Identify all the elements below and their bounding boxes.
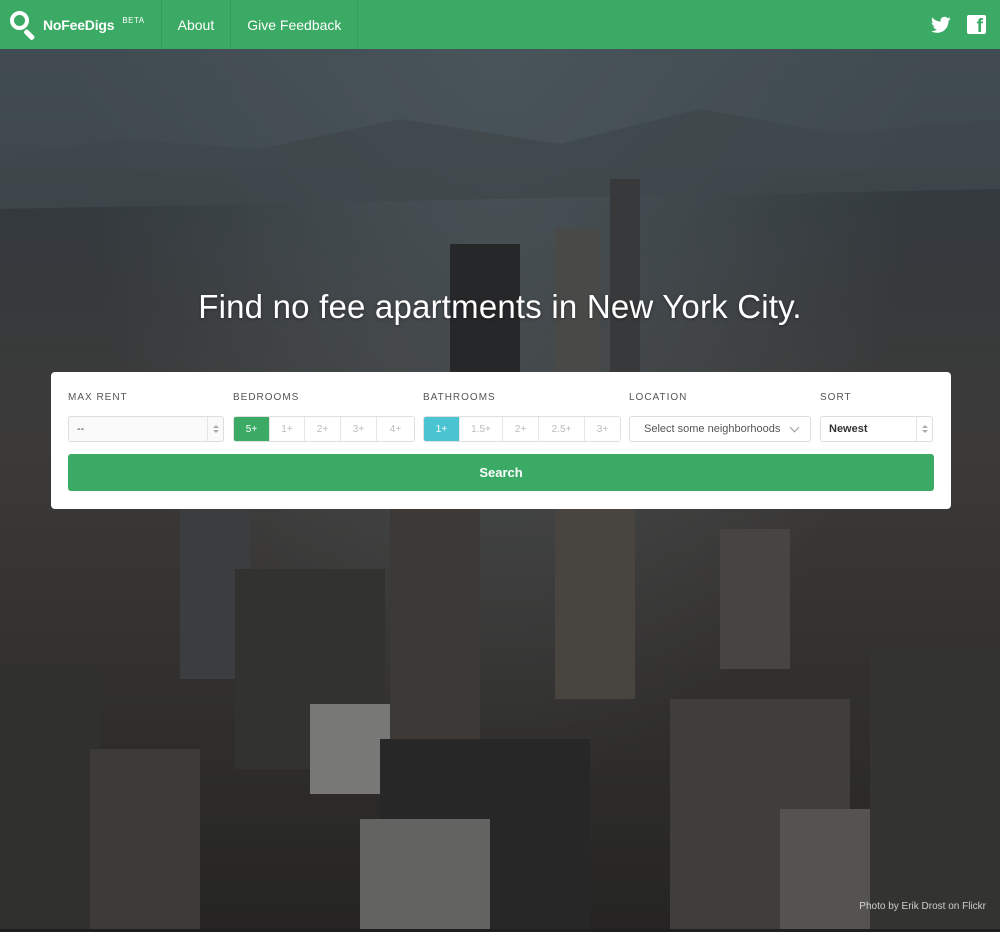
- brand-name: NoFeeDigs: [43, 16, 115, 33]
- location-label: LOCATION: [629, 392, 688, 403]
- max-rent-select[interactable]: --: [68, 416, 224, 442]
- bedrooms-option-5plus[interactable]: 5+: [234, 417, 270, 441]
- brand-logo[interactable]: NoFeeDigs BETA: [0, 0, 162, 49]
- bathrooms-option-2plus[interactable]: 2+: [503, 417, 539, 441]
- sort-value: Newest: [829, 423, 868, 435]
- bedrooms-option-1plus[interactable]: 1+: [270, 417, 305, 441]
- bedrooms-label: BEDROOMS: [233, 392, 300, 403]
- social-links: f: [931, 0, 1000, 49]
- bathrooms-option-1plus[interactable]: 1+: [424, 417, 460, 441]
- bathrooms-option-2-5plus[interactable]: 2.5+: [539, 417, 585, 441]
- facebook-icon[interactable]: f: [967, 15, 986, 36]
- select-arrows-icon: [207, 417, 223, 441]
- location-placeholder: Select some neighborhoods: [644, 423, 781, 435]
- nav-about-link[interactable]: About: [162, 0, 232, 49]
- location-select[interactable]: Select some neighborhoods: [629, 416, 811, 442]
- search-button[interactable]: Search: [68, 454, 934, 491]
- select-arrows-icon: [916, 417, 932, 441]
- max-rent-label: MAX RENT: [68, 392, 128, 403]
- magnifier-logo-icon: [8, 10, 38, 41]
- nav-give-feedback-link[interactable]: Give Feedback: [231, 0, 359, 49]
- sort-label: SORT: [820, 392, 852, 403]
- max-rent-value: --: [77, 423, 85, 435]
- bathrooms-option-3plus[interactable]: 3+: [585, 417, 620, 441]
- bedrooms-option-3plus[interactable]: 3+: [341, 417, 377, 441]
- photo-credit: Photo by Erik Drost on Flickr: [859, 901, 986, 912]
- top-navbar: NoFeeDigs BETA About Give Feedback f: [0, 0, 1000, 49]
- chevron-down-icon: [789, 422, 800, 433]
- bathrooms-selector: 1+ 1.5+ 2+ 2.5+ 3+: [423, 416, 621, 442]
- bedrooms-option-2plus[interactable]: 2+: [305, 417, 341, 441]
- sort-select[interactable]: Newest: [820, 416, 933, 442]
- bathrooms-option-1-5plus[interactable]: 1.5+: [460, 417, 503, 441]
- bedrooms-option-4plus[interactable]: 4+: [377, 417, 414, 441]
- bathrooms-label: BATHROOMS: [423, 392, 496, 403]
- hero-headline: Find no fee apartments in New York City.: [198, 288, 802, 325]
- twitter-icon[interactable]: [931, 16, 951, 34]
- beta-badge: BETA: [122, 16, 145, 25]
- search-panel: MAX RENT -- BEDROOMS 5+ 1+ 2+ 3+ 4+ BATH…: [51, 372, 951, 509]
- bedrooms-selector: 5+ 1+ 2+ 3+ 4+: [233, 416, 415, 442]
